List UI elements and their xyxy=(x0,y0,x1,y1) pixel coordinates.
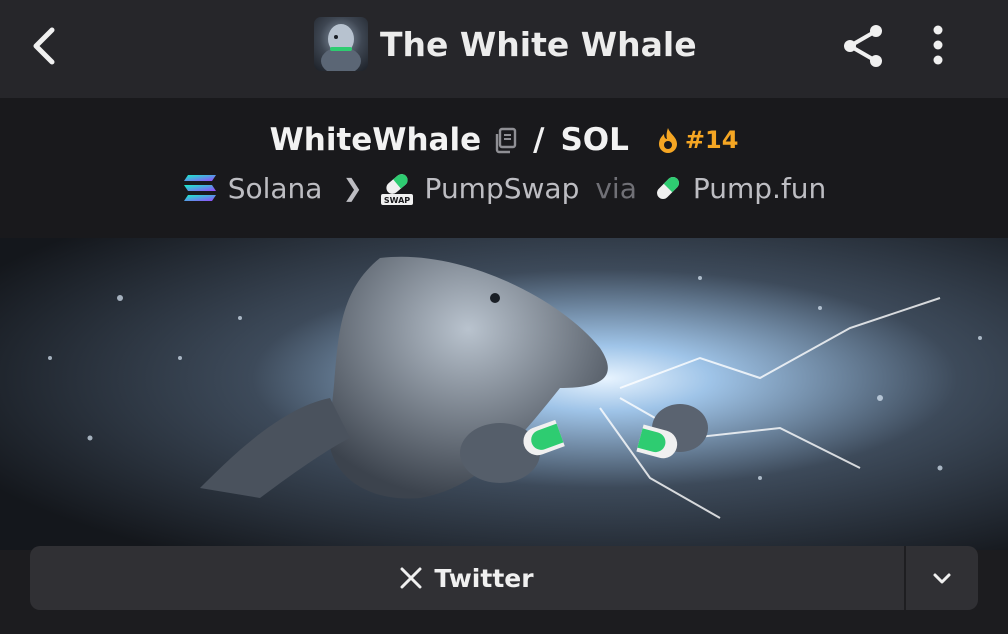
x-logo-icon xyxy=(400,567,422,589)
via-label: via xyxy=(595,171,637,205)
chain-name: Solana xyxy=(227,171,323,205)
chevron-right-icon: ❯ xyxy=(342,174,363,202)
solana-icon xyxy=(183,175,216,201)
share-icon xyxy=(844,25,882,67)
pair-title-row: WhiteWhale / SOL #14 xyxy=(0,118,1008,162)
chain-info-row: Solana ❯ SWAP PumpSwap via Pump.fun xyxy=(0,168,1008,208)
share-button[interactable] xyxy=(838,20,890,72)
twitter-link-button[interactable]: Twitter xyxy=(30,546,904,610)
social-links-bar: Twitter xyxy=(30,546,978,610)
pill-icon xyxy=(656,177,679,199)
trending-rank-badge[interactable]: #14 xyxy=(685,126,739,154)
dex-link-pumpswap[interactable]: SWAP PumpSwap xyxy=(379,170,580,206)
more-options-button[interactable] xyxy=(918,20,958,72)
token-avatar xyxy=(314,17,368,71)
page-title: The White Whale xyxy=(380,24,697,64)
dex-badge-text: SWAP xyxy=(383,196,409,205)
launchpad-name: Pump.fun xyxy=(692,171,827,205)
fire-icon xyxy=(658,128,677,153)
pair-info: WhiteWhale / SOL #14 Solana ❯ SWAP PumpS… xyxy=(0,98,1008,238)
chevron-down-icon xyxy=(933,573,951,584)
copy-icon[interactable] xyxy=(493,126,519,154)
token-symbol: WhiteWhale xyxy=(269,122,482,158)
more-vertical-icon xyxy=(933,25,943,65)
token-header: The White Whale xyxy=(314,17,697,71)
token-banner-image xyxy=(0,238,1008,550)
expand-links-button[interactable] xyxy=(906,546,978,610)
top-bar: The White Whale xyxy=(0,0,1008,98)
quote-token: SOL xyxy=(560,122,629,158)
chain-link-solana[interactable]: Solana xyxy=(182,171,323,205)
dex-name: PumpSwap xyxy=(424,171,580,205)
twitter-label: Twitter xyxy=(434,563,534,593)
back-button[interactable] xyxy=(22,22,70,70)
chevron-left-icon xyxy=(33,27,55,65)
pumpswap-icon: SWAP xyxy=(380,174,413,205)
launchpad-link-pumpfun[interactable]: Pump.fun xyxy=(653,172,826,205)
pair-separator: / xyxy=(533,122,545,158)
